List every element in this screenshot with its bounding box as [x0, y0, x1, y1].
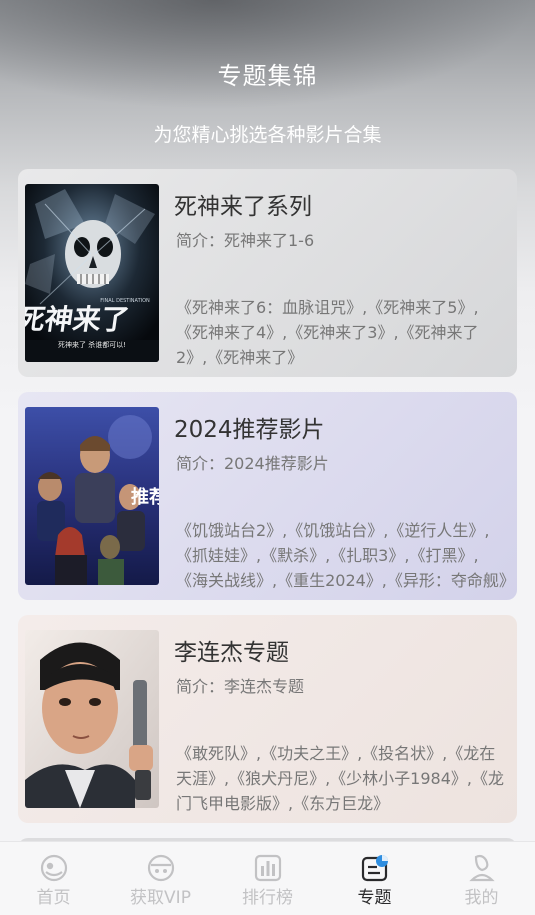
- topic-intro: 简介：死神来了1-6: [176, 231, 315, 250]
- topic-title: 死神来了系列: [174, 194, 312, 220]
- topic-intro: 简介：2024推荐影片: [176, 454, 329, 473]
- tab-label: 获取VIP: [130, 888, 191, 908]
- page-title: 专题集锦: [217, 62, 318, 90]
- topic-film-list: 《死神来了6：血脉诅咒》,《死神来了5》,《死神来了4》,《死神来了3》,《死神…: [176, 298, 479, 367]
- topic-poster: 死神来了 FINAL DESTINATION 死神来了 杀谁都可以!: [25, 184, 159, 362]
- topic-poster: 推荐: [25, 407, 159, 585]
- profile-icon: [468, 854, 496, 882]
- home-icon: [40, 854, 68, 882]
- poster-title-text: 推荐: [131, 486, 159, 508]
- tab-vip[interactable]: 获取VIP: [107, 842, 214, 915]
- topic-card-final-destination[interactable]: 死神来了 FINAL DESTINATION 死神来了 杀谁都可以! 死神来了系…: [18, 169, 517, 377]
- tab-ranking[interactable]: 排行榜: [214, 842, 321, 915]
- poster-title-text: 死神来了: [25, 303, 131, 336]
- tab-label: 专题: [357, 888, 392, 908]
- topic-film-list: 《饥饿站台2》,《饥饿站台》,《逆行人生》,《抓娃娃》,《默杀》,《扎职3》,《…: [176, 521, 508, 590]
- topic-icon: [361, 854, 389, 882]
- poster-brand-text: FINAL DESTINATION: [100, 298, 150, 304]
- tab-label: 我的: [464, 888, 499, 908]
- tab-home[interactable]: 首页: [0, 842, 107, 915]
- topic-card-jet-li[interactable]: 李连杰专题 简介：李连杰专题 《敢死队》,《功夫之王》,《投名状》,《龙在天涯》…: [18, 615, 517, 823]
- topic-card-2024-recommended[interactable]: 推荐 2024推荐影片 简介：2024推荐影片 《饥饿站台2》,《饥饿站台》,《…: [18, 392, 517, 600]
- ranking-icon: [254, 854, 282, 882]
- tab-label: 首页: [36, 888, 71, 908]
- topic-title: 李连杰专题: [174, 640, 289, 666]
- topic-film-list: 《敢死队》,《功夫之王》,《投名状》,《龙在天涯》,《狼犬丹尼》,《少林小子19…: [176, 744, 504, 813]
- vip-icon: [147, 854, 175, 882]
- bottom-tab-bar: 首页 获取VIP 排行榜 专题 我的: [0, 841, 535, 915]
- page-subtitle: 为您精心挑选各种影片合集: [153, 124, 382, 146]
- topic-poster: [25, 630, 159, 808]
- tab-label: 排行榜: [242, 888, 293, 908]
- tab-profile[interactable]: 我的: [428, 842, 535, 915]
- tab-topic[interactable]: 专题: [321, 842, 428, 915]
- topic-title: 2024推荐影片: [174, 417, 325, 443]
- topic-intro: 简介：李连杰专题: [176, 677, 305, 696]
- poster-caption-text: 死神来了 杀谁都可以!: [58, 340, 126, 349]
